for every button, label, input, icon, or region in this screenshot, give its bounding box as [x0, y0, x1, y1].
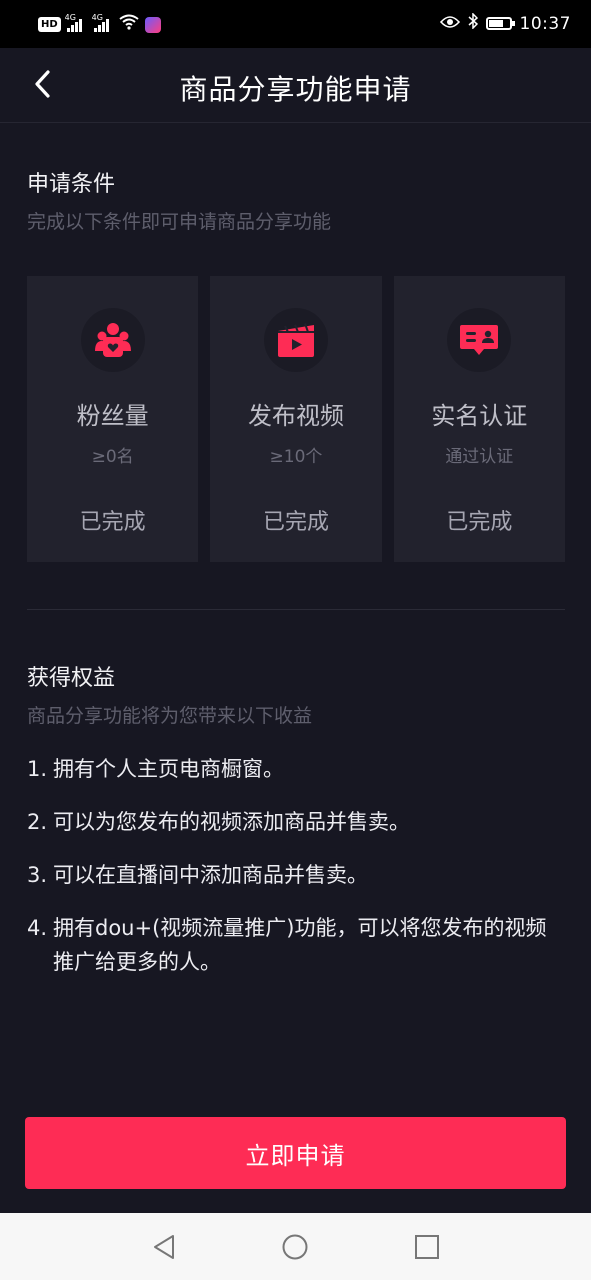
notification-app-icon	[144, 16, 161, 33]
benefit-item: 2. 可以为您发布的视频添加商品并售卖。	[27, 805, 567, 839]
card-label: 实名认证	[431, 402, 528, 430]
benefit-text: 可以为您发布的视频添加商品并售卖。	[53, 810, 410, 834]
conditions-cards: 粉丝量 ≥0名 已完成 发布视频 ≥10个 已完成 实名认证 通过认证 已完成	[27, 276, 565, 562]
wifi-icon	[119, 14, 139, 35]
card-requirement: 通过认证	[445, 447, 514, 467]
card-label: 粉丝量	[76, 402, 149, 430]
triangle-back-icon	[154, 1235, 174, 1259]
signal-icon-2: 4G	[92, 13, 109, 32]
status-right: 10:37	[439, 12, 572, 34]
benefit-text: 可以在直播间中添加商品并售卖。	[53, 863, 368, 887]
nav-home-button[interactable]	[279, 1231, 311, 1263]
condition-card-videos: 发布视频 ≥10个 已完成	[210, 276, 382, 562]
square-recents-icon	[415, 1235, 439, 1259]
id-icon-wrap	[447, 308, 512, 372]
benefits-subtitle: 商品分享功能将为您带来以下收益	[27, 705, 313, 727]
conditions-subtitle: 完成以下条件即可申请商品分享功能	[27, 211, 332, 233]
card-requirement: ≥0名	[91, 447, 134, 467]
status-time: 10:37	[519, 13, 571, 34]
benefit-item: 4. 拥有dou+(视频流量推广)功能，可以将您发布的视频推广给更多的人。	[27, 911, 567, 979]
fans-icon	[94, 323, 131, 357]
id-card-icon	[460, 325, 499, 355]
battery-icon	[485, 17, 515, 30]
nav-header: 商品分享功能申请	[0, 48, 591, 123]
benefit-text: 拥有个人主页电商橱窗。	[53, 757, 284, 781]
benefit-number: 3.	[27, 863, 48, 887]
card-status: 已完成	[446, 510, 513, 535]
apply-now-button[interactable]: 立即申请	[25, 1117, 566, 1189]
nav-back-button[interactable]	[148, 1231, 180, 1263]
conditions-title: 申请条件	[27, 172, 116, 197]
fans-icon-wrap	[80, 308, 145, 372]
nav-recents-button[interactable]	[411, 1231, 443, 1263]
system-nav-bar	[0, 1213, 591, 1280]
benefits-list: 1. 拥有个人主页电商橱窗。 2. 可以为您发布的视频添加商品并售卖。 3. 可…	[27, 752, 567, 998]
benefit-number: 1.	[27, 757, 48, 781]
benefit-number: 2.	[27, 810, 48, 834]
network-type: 4G	[64, 12, 76, 22]
video-clapper-icon	[277, 323, 314, 357]
bluetooth-icon	[468, 12, 478, 34]
condition-card-realname: 实名认证 通过认证 已完成	[393, 276, 565, 562]
network-type-2: 4G	[91, 12, 103, 22]
condition-card-fans: 粉丝量 ≥0名 已完成	[27, 276, 199, 562]
page-title: 商品分享功能申请	[179, 73, 412, 106]
eye-icon	[439, 14, 460, 34]
video-icon-wrap	[263, 308, 328, 372]
hd-icon: HD	[38, 17, 61, 32]
circle-home-icon	[282, 1234, 308, 1260]
card-status: 已完成	[262, 510, 329, 535]
app-screen: HD 4G 4G 10:37 商品分享功能申请 申请条件 完成以下条件即可申请商…	[0, 0, 591, 1280]
benefit-number: 4.	[27, 916, 48, 940]
card-label: 发布视频	[247, 402, 344, 430]
benefits-title: 获得权益	[27, 666, 116, 691]
card-requirement: ≥10个	[269, 447, 323, 467]
signal-icon: 4G	[65, 13, 82, 32]
benefit-text: 拥有dou+(视频流量推广)功能，可以将您发布的视频推广给更多的人。	[53, 916, 547, 974]
card-status: 已完成	[79, 510, 146, 535]
status-left: HD 4G 4G	[38, 13, 161, 35]
status-bar: HD 4G 4G 10:37	[0, 0, 591, 48]
section-divider	[27, 609, 565, 610]
benefit-item: 1. 拥有个人主页电商橱窗。	[27, 752, 567, 786]
benefit-item: 3. 可以在直播间中添加商品并售卖。	[27, 858, 567, 892]
